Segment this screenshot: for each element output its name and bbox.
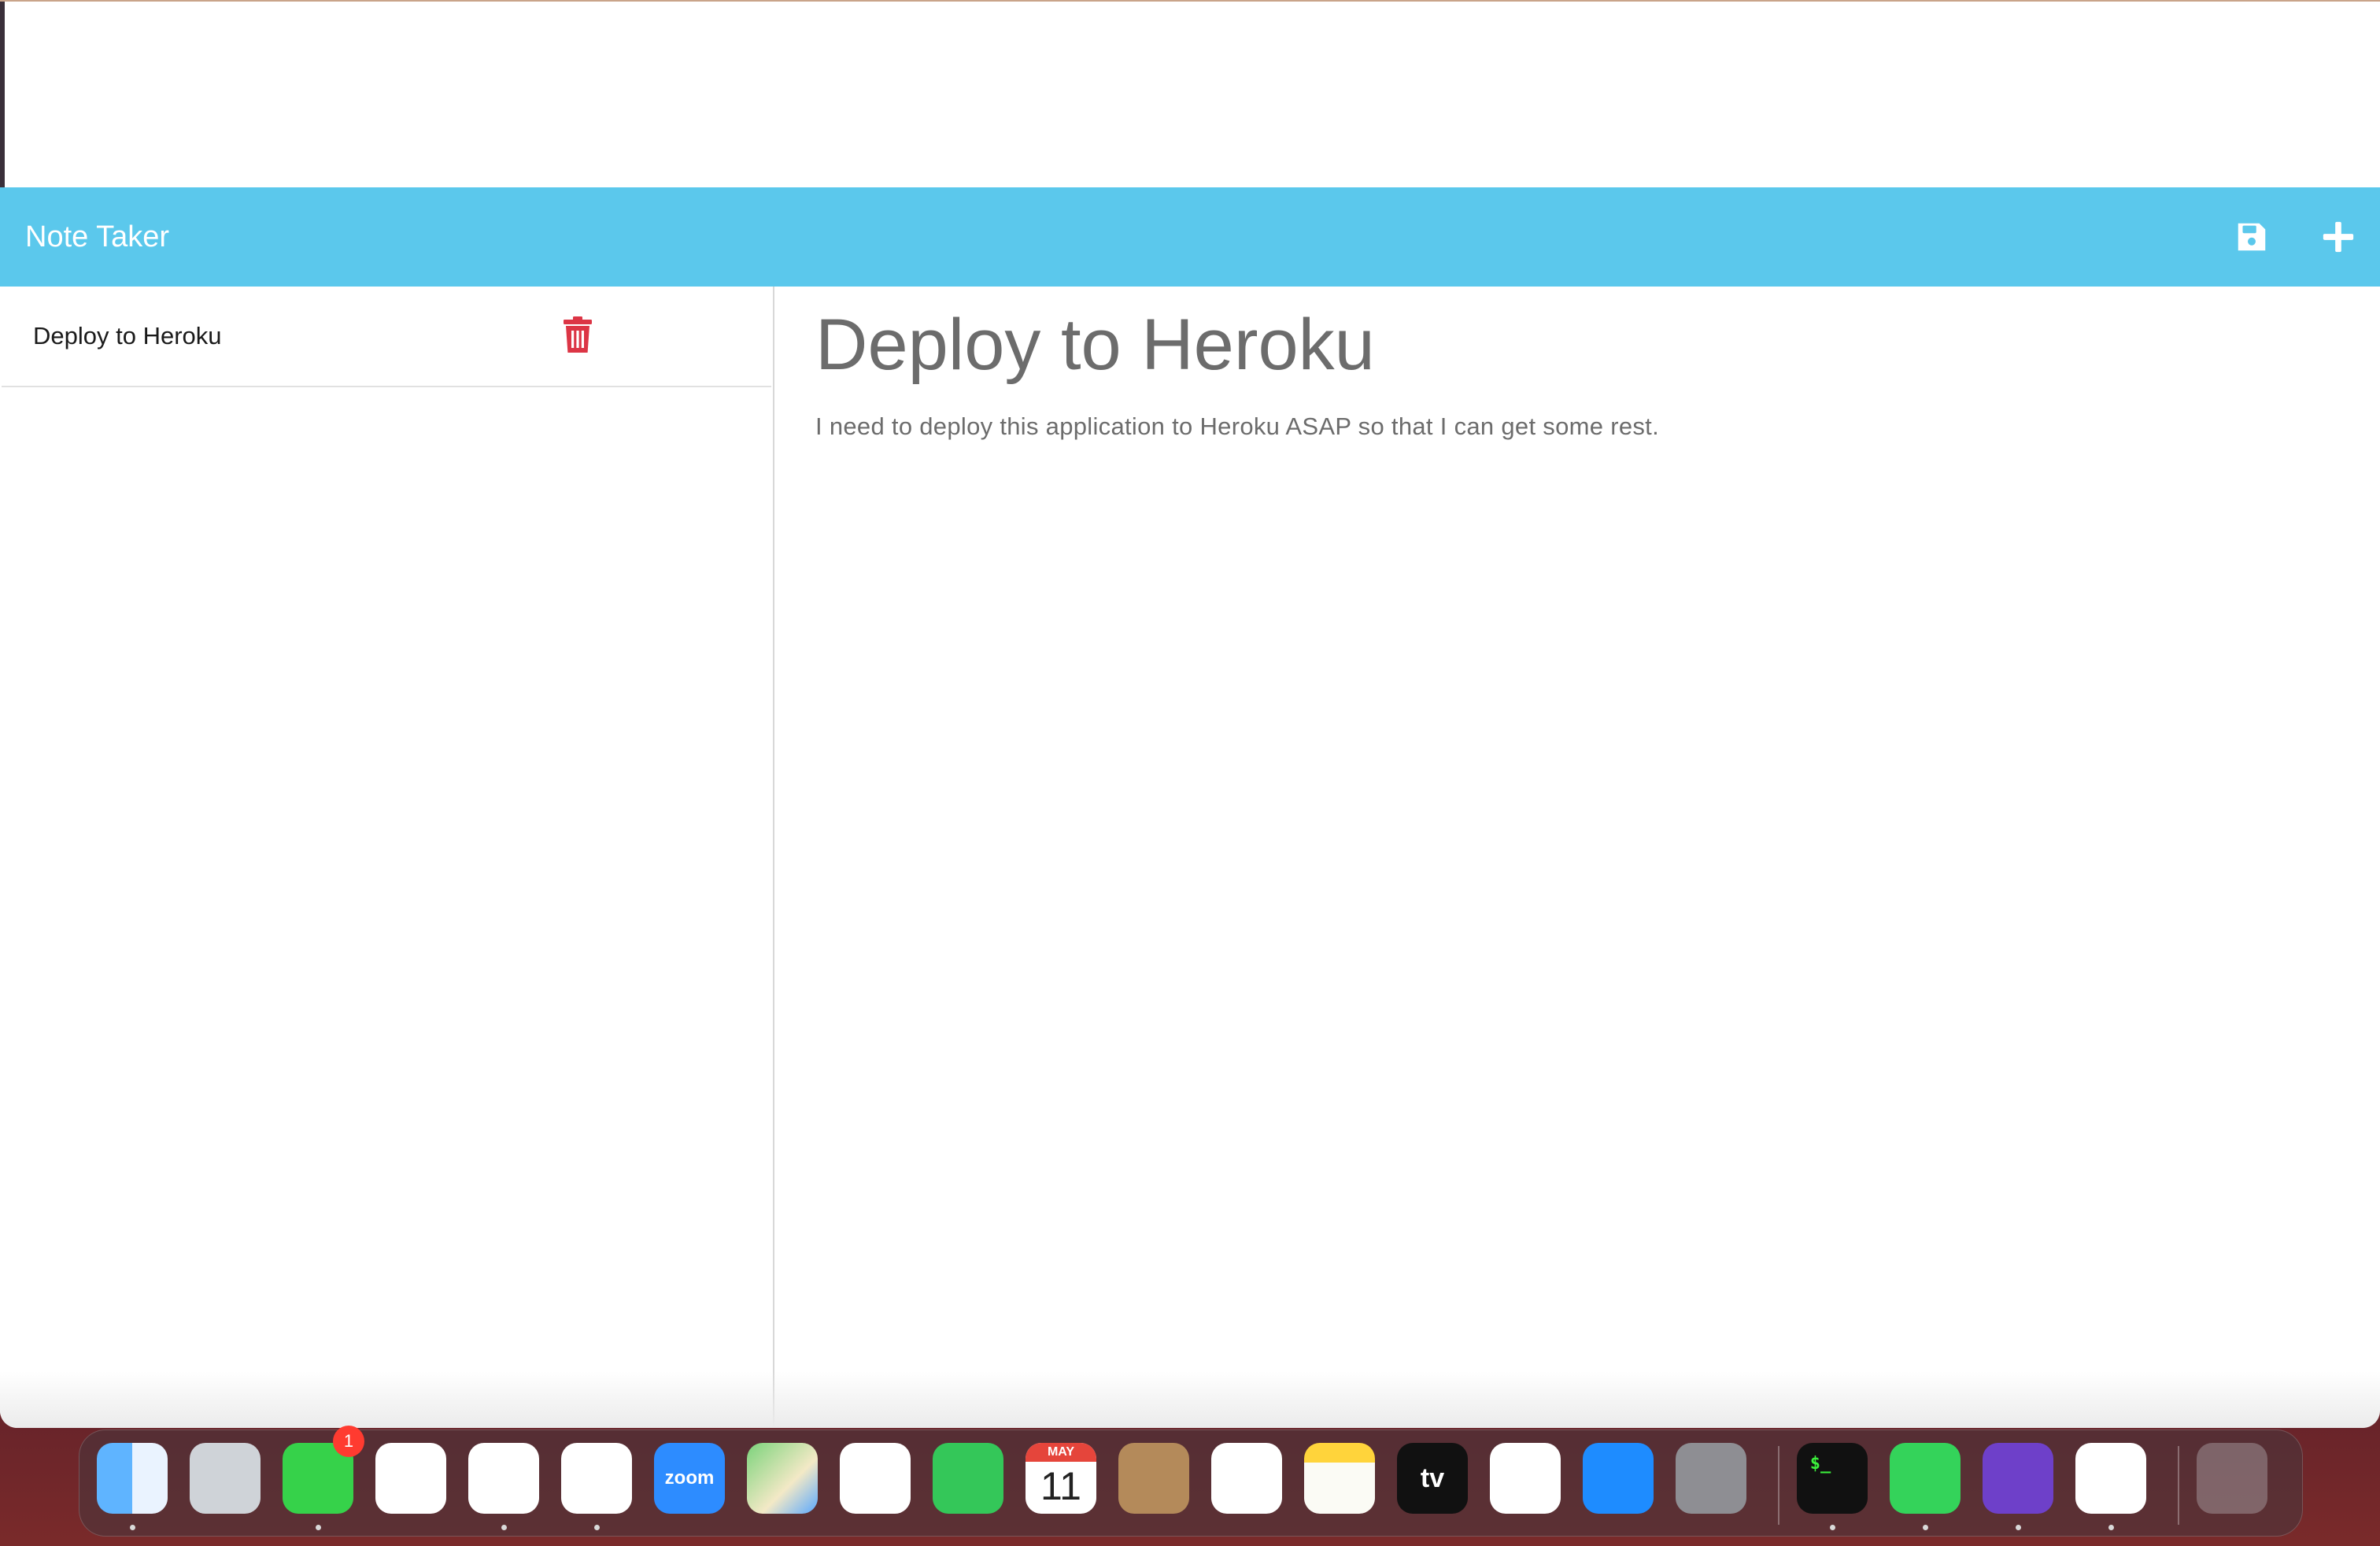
- notes-sidebar: Deploy to Heroku: [0, 287, 774, 1428]
- settings-icon[interactable]: [1676, 1443, 1746, 1514]
- running-indicator: [594, 1525, 600, 1530]
- finder-icon[interactable]: [97, 1443, 168, 1514]
- note-list-item[interactable]: Deploy to Heroku: [2, 287, 771, 387]
- running-indicator: [316, 1525, 321, 1530]
- contacts-icon[interactable]: [1118, 1443, 1189, 1514]
- zoom-icon[interactable]: zoom: [654, 1443, 725, 1514]
- maps-icon[interactable]: [747, 1443, 818, 1514]
- vscode-icon[interactable]: [561, 1443, 632, 1514]
- calendar-day: 11: [1040, 1464, 1081, 1508]
- trash-bin-icon[interactable]: [2197, 1443, 2267, 1514]
- calendar-month: MAY: [1026, 1443, 1096, 1462]
- slack-icon[interactable]: [2075, 1443, 2146, 1514]
- running-indicator: [2108, 1525, 2114, 1530]
- window-bottom-shade: [0, 1371, 2380, 1428]
- delete-note-button[interactable]: [562, 316, 593, 354]
- note-title-input[interactable]: Deploy to Heroku: [815, 304, 1375, 386]
- running-indicator: [1830, 1525, 1835, 1530]
- notes-icon[interactable]: [1304, 1443, 1375, 1514]
- whatsapp-icon[interactable]: [1890, 1443, 1961, 1514]
- new-note-button[interactable]: [2311, 187, 2366, 287]
- running-indicator: [1923, 1525, 1928, 1530]
- trash-icon: [564, 316, 592, 353]
- dock-separator: [1778, 1446, 1779, 1525]
- news-icon[interactable]: [1490, 1443, 1561, 1514]
- dock-app-label: zoom: [664, 1467, 715, 1489]
- dock-app-label: tv: [1420, 1463, 1445, 1493]
- notification-badge: 1: [333, 1426, 364, 1457]
- window-edge: [0, 2, 5, 187]
- running-indicator: [130, 1525, 135, 1530]
- dock-separator: [2178, 1446, 2179, 1525]
- navbar: Note Taker: [0, 187, 2380, 287]
- note-editor: Deploy to Heroku I need to deploy this a…: [774, 287, 2380, 1428]
- dock: 1 zoom MAY 11 tv $_: [79, 1426, 2303, 1537]
- app-title[interactable]: Note Taker: [25, 187, 169, 287]
- appstore-icon[interactable]: [1583, 1443, 1654, 1514]
- running-indicator: [2016, 1525, 2021, 1530]
- chrome-icon[interactable]: [468, 1443, 539, 1514]
- facetime-icon[interactable]: [933, 1443, 1003, 1514]
- note-text-area[interactable]: I need to deploy this application to Her…: [815, 412, 1659, 441]
- browser-window: Note Taker Deploy to Heroku Deploy to He…: [0, 0, 2380, 1428]
- terminal-icon[interactable]: $_: [1797, 1443, 1868, 1514]
- running-indicator: [501, 1525, 507, 1530]
- reminders-icon[interactable]: [1211, 1443, 1282, 1514]
- appletv-icon[interactable]: tv: [1397, 1443, 1468, 1514]
- save-note-button[interactable]: [2224, 187, 2279, 287]
- launchpad-icon[interactable]: [190, 1443, 261, 1514]
- photos-icon[interactable]: [840, 1443, 911, 1514]
- dock-app-label: $_: [1809, 1454, 1831, 1474]
- plus-icon: [2323, 221, 2354, 253]
- floppy-disk-icon: [2238, 223, 2266, 251]
- note-list-title[interactable]: Deploy to Heroku: [33, 287, 222, 386]
- calendar-icon[interactable]: MAY 11: [1026, 1443, 1096, 1514]
- safari-icon[interactable]: [375, 1443, 446, 1514]
- github-icon[interactable]: [1983, 1443, 2053, 1514]
